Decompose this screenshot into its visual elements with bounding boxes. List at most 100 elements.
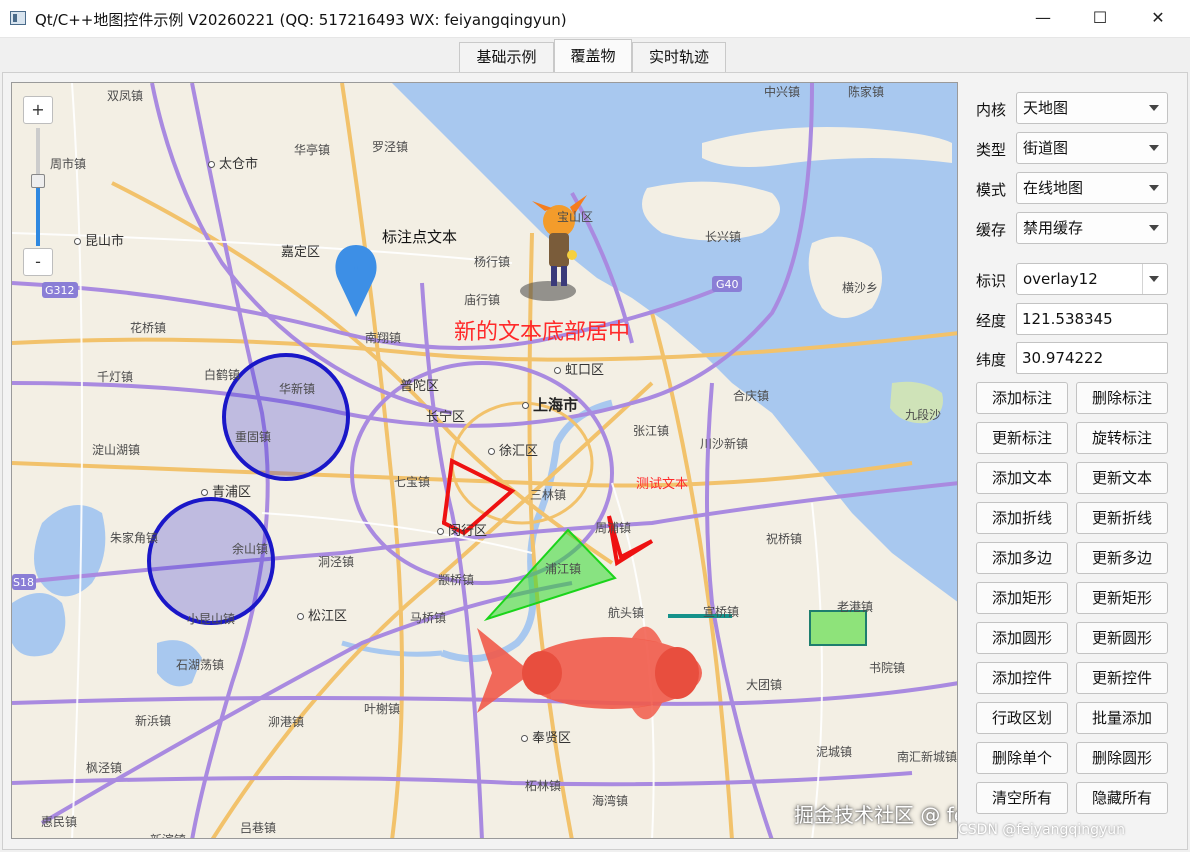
minimize-button[interactable]: — (1020, 0, 1066, 38)
bottom-centered-text-overlay[interactable]: 新的文本底部居中 (454, 314, 630, 346)
map-label: 千灯镇 (97, 370, 134, 384)
action-button[interactable]: 添加圆形 (976, 622, 1068, 654)
cache-value: 禁用缓存 (1023, 219, 1084, 237)
tab-basic[interactable]: 基础示例 (459, 42, 554, 72)
app-icon (10, 11, 26, 25)
action-button[interactable]: 添加矩形 (976, 582, 1068, 614)
map-label: 庙行镇 (464, 293, 501, 307)
map-label: 花桥镇 (130, 321, 167, 335)
type-value: 街道图 (1023, 139, 1069, 157)
zoom-control: + - (23, 96, 53, 276)
lat-input[interactable]: 30.974222 (1016, 342, 1168, 374)
map-label: 徐汇区 (488, 440, 538, 459)
circle-overlay-1[interactable] (222, 353, 350, 481)
map-label: 华亭镇 (294, 143, 331, 157)
cache-label: 缓存 (976, 221, 1007, 239)
map-label: 书院镇 (869, 661, 906, 675)
dianshan-lake (34, 505, 106, 597)
action-button[interactable]: 更新控件 (1076, 662, 1168, 694)
action-button[interactable]: 更新文本 (1076, 462, 1168, 494)
map-label: 虹口区 (554, 359, 604, 378)
mode-select[interactable]: 在线地图 (1016, 172, 1168, 204)
map-label: 南汇新城镇 (897, 750, 958, 764)
map-label: 新滨镇 (150, 831, 186, 838)
map-label: 宣桥镇 (703, 605, 740, 619)
map-label: 祝桥镇 (766, 532, 803, 546)
zoom-slider-handle[interactable] (31, 174, 45, 189)
type-select[interactable]: 街道图 (1016, 132, 1168, 164)
map-label: 洞泾镇 (318, 555, 355, 569)
map-label: 老港镇 (837, 600, 874, 614)
map-view[interactable]: G40 G312 S18 双凤镇 太仓市 华亭镇 罗泾镇 周市镇 昆山市 嘉定区… (11, 82, 958, 839)
map-label: 昆山市 (74, 230, 124, 249)
id-value: overlay12 (1023, 270, 1098, 288)
map-label: 长宁区 (426, 410, 466, 425)
map-label: 周浦镇 (595, 521, 632, 535)
lat-label: 纬度 (976, 351, 1007, 369)
id-combo-input[interactable]: overlay12 (1016, 263, 1168, 295)
action-button[interactable]: 隐藏所有 (1076, 782, 1168, 814)
action-button[interactable]: 添加多边 (976, 542, 1068, 574)
chevron-down-icon (1149, 185, 1159, 191)
id-label: 标识 (976, 272, 1007, 290)
map-label: 宝山区 (557, 210, 594, 224)
action-button[interactable]: 添加控件 (976, 662, 1068, 694)
lng-label: 经度 (976, 312, 1007, 330)
map-label-shanghai: 上海市 (522, 394, 578, 415)
s18-label: S18 (13, 576, 34, 589)
map-label: 合庆镇 (733, 389, 770, 403)
map-label: 罗泾镇 (372, 140, 409, 154)
action-button[interactable]: 更新折线 (1076, 502, 1168, 534)
tab-realtime-track[interactable]: 实时轨迹 (632, 42, 726, 72)
map-label: 重固镇 (235, 430, 272, 444)
map-label: 双凤镇 (107, 89, 144, 103)
map-label: 海湾镇 (592, 794, 629, 808)
lat-row: 纬度 30.974222 (976, 342, 1168, 374)
action-button[interactable]: 删除单个 (976, 742, 1068, 774)
test-text-overlay[interactable]: 测试文本 (636, 473, 688, 492)
action-button[interactable]: 添加折线 (976, 502, 1068, 534)
tab-overlays[interactable]: 覆盖物 (554, 39, 632, 72)
action-button[interactable]: 删除标注 (1076, 382, 1168, 414)
close-button[interactable]: ✕ (1135, 0, 1181, 38)
chevron-down-icon (1149, 276, 1159, 282)
kernel-label: 内核 (976, 101, 1007, 119)
cache-select[interactable]: 禁用缓存 (1016, 212, 1168, 244)
circle-overlay-2[interactable] (147, 497, 275, 625)
map-label: 新浜镇 (135, 714, 172, 728)
chevron-down-icon (1149, 105, 1159, 111)
action-button[interactable]: 删除圆形 (1076, 742, 1168, 774)
map-label: 小昆山镇 (187, 612, 236, 626)
map-label: 三林镇 (530, 488, 567, 502)
kernel-select[interactable]: 天地图 (1016, 92, 1168, 124)
action-button[interactable]: 清空所有 (976, 782, 1068, 814)
cache-row: 缓存 禁用缓存 (976, 212, 1168, 244)
action-button[interactable]: 添加标注 (976, 382, 1068, 414)
zoom-slider-fill (36, 181, 40, 246)
map-label: 航头镇 (608, 606, 645, 620)
action-button[interactable]: 更新圆形 (1076, 622, 1168, 654)
lng-row: 经度 121.538345 (976, 303, 1168, 335)
map-label: 石湖荡镇 (176, 658, 225, 672)
map-label: 泥城镇 (816, 745, 853, 759)
marker-label-text: 标注点文本 (382, 228, 458, 246)
zoom-out-button[interactable]: - (23, 248, 53, 276)
map-label: 川沙新镇 (700, 437, 749, 451)
map-label: 柘林镇 (525, 779, 562, 793)
action-button[interactable]: 更新多边 (1076, 542, 1168, 574)
zoom-in-button[interactable]: + (23, 96, 53, 124)
action-button[interactable]: 更新标注 (976, 422, 1068, 454)
rectangle-overlay[interactable] (809, 610, 867, 646)
maximize-button[interactable]: ☐ (1077, 0, 1123, 38)
action-button[interactable]: 更新矩形 (1076, 582, 1168, 614)
watermark-text: 掘金技术社区 @ feiyangqingyun (794, 803, 957, 827)
map-label: 普陀区 (400, 379, 440, 394)
map-label: 杨行镇 (474, 255, 511, 269)
action-button[interactable]: 批量添加 (1076, 702, 1168, 734)
action-button[interactable]: 旋转标注 (1076, 422, 1168, 454)
lng-input[interactable]: 121.538345 (1016, 303, 1168, 335)
map-label: 枫泾镇 (86, 761, 123, 775)
chevron-down-icon (1149, 225, 1159, 231)
action-button[interactable]: 添加文本 (976, 462, 1068, 494)
action-button[interactable]: 行政区划 (976, 702, 1068, 734)
